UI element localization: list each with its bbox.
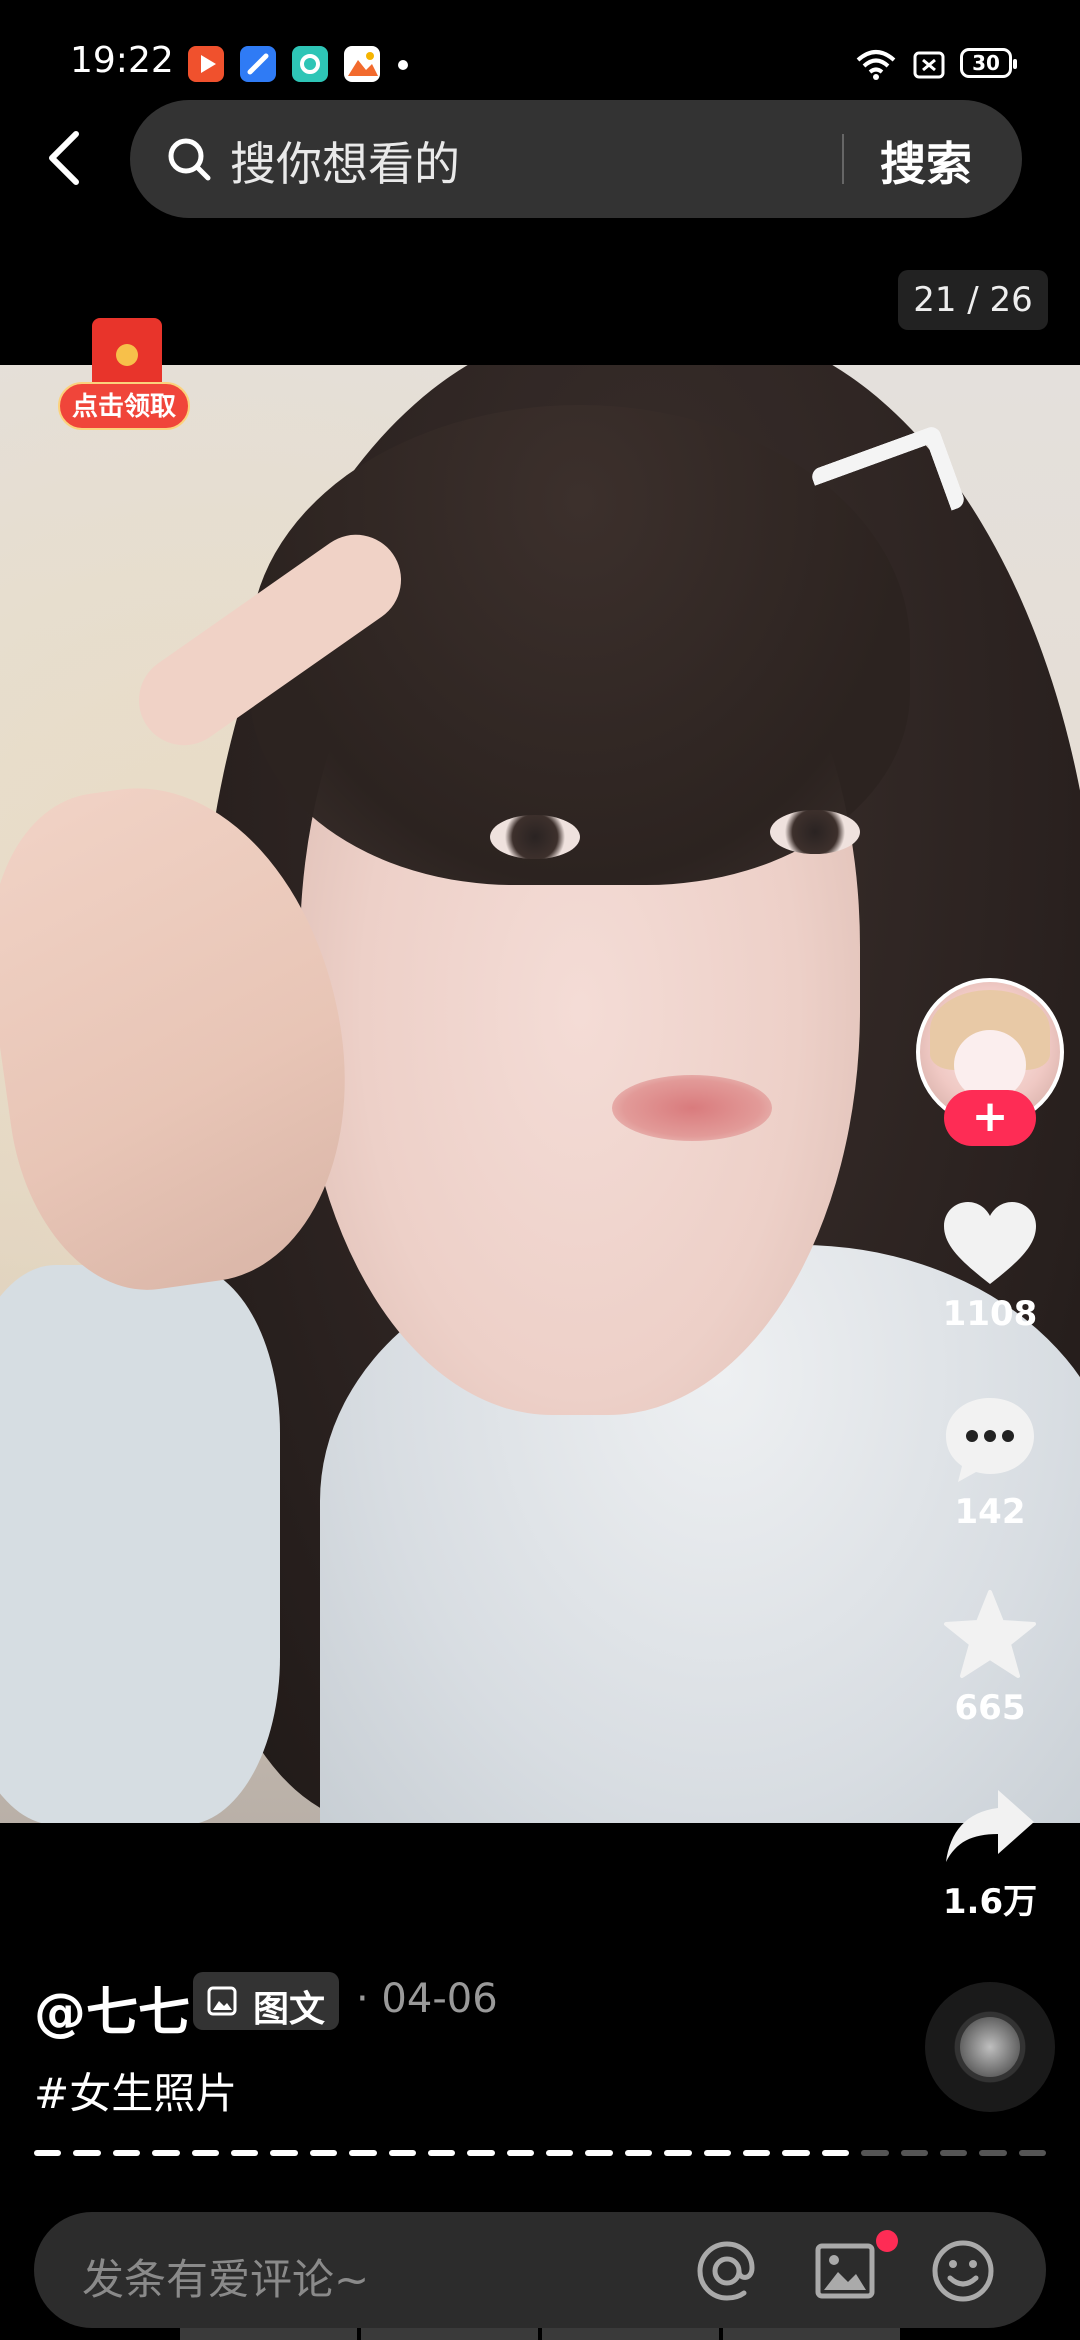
photo-sleeve — [0, 1265, 280, 1823]
home-indicator-segment — [723, 2328, 900, 2340]
progress-segment — [270, 2150, 298, 2156]
red-packet-button[interactable]: 点击领取 — [58, 318, 194, 438]
progress-segment — [861, 2150, 889, 2156]
video-app-icon — [188, 46, 224, 82]
no-sim-icon — [913, 51, 945, 79]
progress-segment — [782, 2150, 810, 2156]
home-indicator-segment — [361, 2328, 538, 2340]
progress-segment — [152, 2150, 180, 2156]
progress-segment — [703, 2150, 732, 2156]
progress-segment — [467, 2150, 495, 2156]
photo-right-eye — [770, 810, 860, 854]
status-time: 19:22 — [70, 40, 174, 81]
photo-lips — [612, 1075, 772, 1141]
progress-segment — [821, 2150, 850, 2156]
search-icon — [168, 138, 211, 181]
progress-segment — [546, 2150, 574, 2156]
progress-segment — [939, 2150, 968, 2156]
progress-segment — [979, 2150, 1007, 2156]
progress-segment — [73, 2150, 101, 2156]
like-button[interactable]: 1108 — [930, 1200, 1050, 1334]
battery-icon: 30 — [960, 48, 1017, 78]
post-photo[interactable] — [0, 365, 1080, 1823]
favorite-count: 665 — [954, 1688, 1026, 1728]
search-input[interactable]: 搜你想看的 — [230, 128, 460, 194]
search-button[interactable]: 搜索 — [880, 128, 972, 194]
progress-segment — [349, 2150, 377, 2156]
red-packet-label: 点击领取 — [58, 382, 190, 430]
progress-segment — [585, 2150, 613, 2156]
progress-segment — [624, 2150, 653, 2156]
progress-segment — [664, 2150, 692, 2156]
progress-segment — [743, 2150, 771, 2156]
progress-segment — [900, 2150, 928, 2156]
image-progress — [34, 2150, 1047, 2156]
wifi-icon — [856, 50, 896, 80]
progress-segment — [230, 2150, 259, 2156]
teal-app-icon — [292, 46, 328, 82]
favorite-button[interactable]: 665 — [930, 1588, 1050, 1728]
search-divider — [842, 134, 844, 184]
share-button[interactable]: 1.6万 — [930, 1786, 1050, 1923]
back-icon[interactable] — [40, 128, 90, 188]
post-detail-screen: 19:22 30 搜你想看的 搜索 21 / 26 点击领取 + 1108 14… — [0, 0, 1080, 2340]
comment-icon — [946, 1398, 1034, 1482]
emoji-icon[interactable] — [930, 2238, 996, 2304]
follow-button[interactable]: + — [944, 1090, 1036, 1146]
blue-app-icon — [240, 46, 276, 82]
image-picker-icon[interactable] — [812, 2238, 878, 2304]
post-type-label: 图文 — [253, 1989, 326, 2030]
photo-left-eye — [490, 815, 580, 859]
music-disc[interactable] — [925, 1982, 1055, 2112]
post-type-badge: 图文 — [193, 1972, 339, 2030]
progress-segment — [1018, 2150, 1047, 2156]
progress-segment — [388, 2150, 416, 2156]
like-count: 1108 — [942, 1294, 1038, 1334]
image-text-icon — [207, 1986, 237, 2016]
author-name[interactable]: @七七 — [34, 1970, 190, 2045]
hashtag-link[interactable]: #女生照片 — [34, 2060, 237, 2121]
search-bar[interactable]: 搜你想看的 搜索 — [130, 100, 1022, 218]
photo-app-icon — [344, 46, 380, 82]
home-indicator-segment — [542, 2328, 719, 2340]
post-date: · 04-06 — [356, 1976, 498, 2022]
comment-bar[interactable]: 发条有爱评论~ — [34, 2212, 1046, 2328]
home-indicator-segment — [180, 2328, 357, 2340]
progress-segment — [34, 2150, 62, 2156]
home-indicator — [180, 2328, 900, 2340]
progress-segment — [309, 2150, 338, 2156]
share-icon — [946, 1790, 1034, 1862]
progress-segment — [112, 2150, 141, 2156]
star-icon — [944, 1590, 1036, 1678]
music-cover — [960, 2017, 1020, 2077]
image-counter: 21 / 26 — [898, 270, 1048, 330]
comment-count: 142 — [954, 1492, 1026, 1532]
share-count: 1.6万 — [942, 1882, 1038, 1922]
progress-segment — [506, 2150, 535, 2156]
progress-segment — [191, 2150, 219, 2156]
progress-segment — [427, 2150, 456, 2156]
comment-button[interactable]: 142 — [930, 1394, 1050, 1532]
heart-icon — [944, 1202, 1036, 1284]
mention-icon[interactable] — [694, 2238, 760, 2304]
comment-input[interactable]: 发条有爱评论~ — [82, 2246, 369, 2307]
notification-dot — [398, 60, 408, 70]
new-badge-dot — [876, 2230, 898, 2252]
